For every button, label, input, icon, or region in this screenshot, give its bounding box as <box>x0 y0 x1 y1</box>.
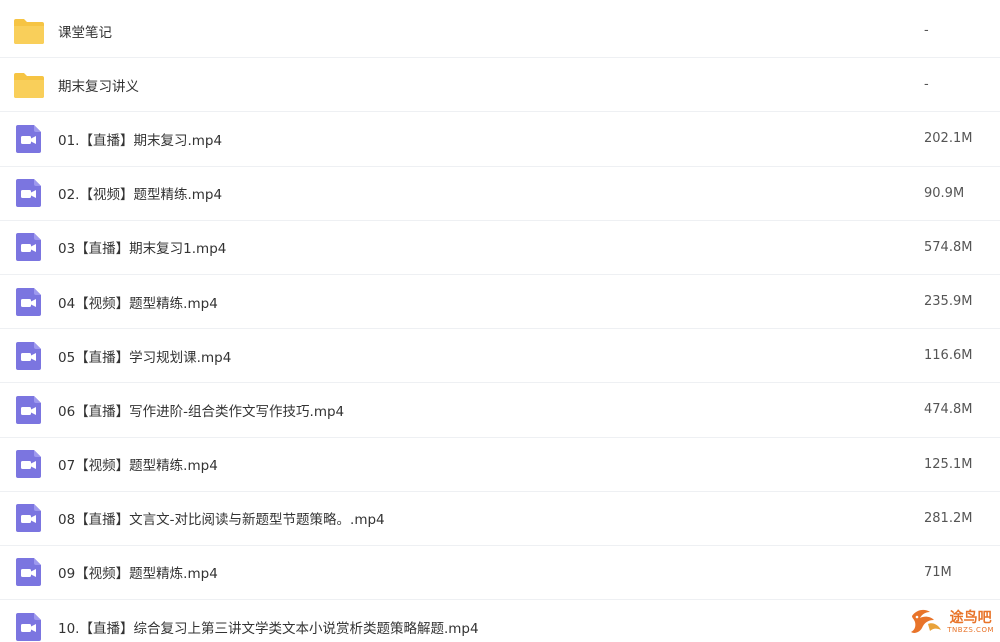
file-size: - <box>924 77 929 93</box>
video-file-icon <box>13 558 45 587</box>
file-list: 课堂笔记 - 期末复习讲义 - 01.【直播】期末复习.mp4 202.1M 02.【视频】… <box>0 4 1000 642</box>
folder-icon <box>13 71 45 99</box>
watermark-text: 途鸟吧 <box>949 609 992 626</box>
file-row[interactable]: 05【直播】学习规划课.mp4 116.6M <box>0 329 1000 384</box>
file-size: 116.6M <box>924 348 973 364</box>
file-name[interactable]: 09【视频】题型精炼.mp4 <box>58 562 218 582</box>
file-name[interactable]: 06【直播】写作进阶-组合类作文写作技巧.mp4 <box>58 400 344 420</box>
file-row[interactable]: 04【视频】题型精练.mp4 235.9M <box>0 275 1000 330</box>
video-file-icon <box>13 124 45 153</box>
watermark: 途鸟吧 TNBZS.COM <box>908 606 994 638</box>
file-size: 71M <box>924 564 952 580</box>
file-name[interactable]: 04【视频】题型精练.mp4 <box>58 292 218 312</box>
folder-row[interactable]: 课堂笔记 - <box>0 4 1000 59</box>
file-row[interactable]: 07【视频】题型精练.mp4 125.1M <box>0 438 1000 492</box>
video-file-icon <box>13 233 45 262</box>
file-row[interactable]: 09【视频】题型精炼.mp4 71M <box>0 546 1000 601</box>
file-size: 235.9M <box>924 294 973 310</box>
video-file-icon <box>13 179 45 208</box>
video-file-icon <box>13 287 45 316</box>
file-name[interactable]: 03【直播】期末复习1.mp4 <box>58 237 226 257</box>
file-name[interactable]: 10.【直播】综合复习上第三讲文学类文本小说赏析类题策略解题.mp4 <box>58 617 479 637</box>
file-size: 125.1M <box>924 456 973 472</box>
file-name[interactable]: 期末复习讲义 <box>58 75 139 95</box>
file-size: 90.9M <box>924 185 965 201</box>
video-file-icon <box>13 450 45 479</box>
video-file-icon <box>13 504 45 533</box>
file-size: 574.8M <box>924 239 973 255</box>
file-name[interactable]: 01.【直播】期末复习.mp4 <box>58 129 222 149</box>
bird-logo-icon <box>911 609 942 633</box>
file-row[interactable]: 01.【直播】期末复习.mp4 202.1M <box>0 112 1000 167</box>
file-size: 281.2M <box>924 510 973 526</box>
file-name[interactable]: 课堂笔记 <box>58 21 112 41</box>
folder-row[interactable]: 期末复习讲义 - <box>0 58 1000 113</box>
file-name[interactable]: 07【视频】题型精练.mp4 <box>58 454 218 474</box>
file-row[interactable]: 10.【直播】综合复习上第三讲文学类文本小说赏析类题策略解题.mp4 <box>0 600 1000 642</box>
file-name[interactable]: 08【直播】文言文-对比阅读与新题型节题策略。.mp4 <box>58 508 385 528</box>
file-size: - <box>924 23 929 39</box>
file-row[interactable]: 08【直播】文言文-对比阅读与新题型节题策略。.mp4 281.2M <box>0 492 1000 546</box>
video-file-icon <box>13 395 45 424</box>
file-row[interactable]: 06【直播】写作进阶-组合类作文写作技巧.mp4 474.8M <box>0 383 1000 438</box>
file-name[interactable]: 02.【视频】题型精练.mp4 <box>58 183 222 203</box>
file-name[interactable]: 05【直播】学习规划课.mp4 <box>58 346 231 366</box>
video-file-icon <box>13 612 45 641</box>
file-size: 202.1M <box>924 131 973 147</box>
file-row[interactable]: 02.【视频】题型精练.mp4 90.9M <box>0 167 1000 221</box>
file-row[interactable]: 03【直播】期末复习1.mp4 574.8M <box>0 221 1000 275</box>
file-size: 474.8M <box>924 402 973 418</box>
video-file-icon <box>13 341 45 370</box>
folder-icon <box>13 17 45 45</box>
watermark-subtext: TNBZS.COM <box>947 625 994 634</box>
